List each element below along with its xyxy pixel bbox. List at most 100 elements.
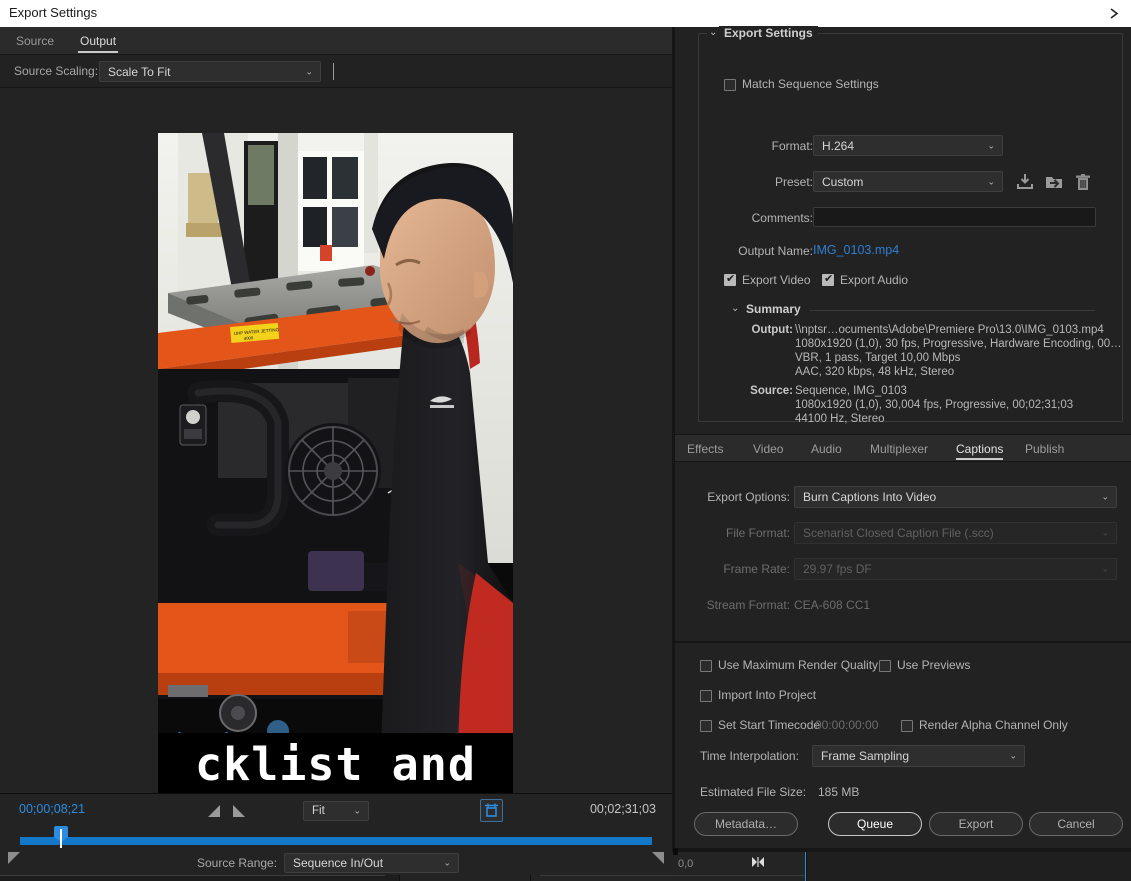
file-format-value: Scenarist Closed Caption File (.scc) [803, 526, 994, 540]
captions-panel: Export Options: Burn Captions Into Video… [675, 462, 1131, 641]
chevron-down-icon: ⌄ [1101, 527, 1109, 538]
format-value: H.264 [822, 138, 855, 153]
playhead-handle[interactable] [54, 826, 68, 848]
export-options-dropdown[interactable]: Burn Captions Into Video ⌄ [794, 486, 1117, 508]
tab-audio[interactable]: Audio [811, 435, 842, 462]
queue-button[interactable]: Queue [828, 812, 922, 836]
chevron-down-icon: ⌄ [353, 805, 361, 816]
estimated-file-size-label: Estimated File Size: [700, 785, 807, 799]
source-scaling-label: Source Scaling: [14, 64, 99, 78]
dialog-title: Export Settings [9, 5, 98, 20]
format-label: Format: [771, 139, 813, 153]
output-name-link[interactable]: IMG_0103.mp4 [813, 243, 899, 257]
summary-rule [810, 310, 1095, 311]
zoom-level-dropdown[interactable]: Fit ⌄ [303, 801, 369, 821]
comments-input[interactable] [813, 207, 1096, 227]
use-max-render-quality-label: Use Maximum Render Quality [718, 658, 879, 672]
start-timecode-value[interactable]: 00:00:00:00 [815, 718, 878, 732]
tab-video[interactable]: Video [753, 435, 783, 462]
text-cursor [333, 63, 334, 80]
stream-format-value: CEA-608 CC1 [794, 598, 871, 612]
out-point-marker[interactable] [652, 852, 664, 864]
settings-tabstrip: Effects Video Audio Multiplexer Captions… [675, 434, 1131, 462]
export-button[interactable]: Export [929, 812, 1023, 836]
set-start-timecode-checkbox[interactable] [700, 720, 712, 732]
format-dropdown[interactable]: H.264 ⌄ [813, 135, 1003, 156]
summary-twisty-icon[interactable]: ⌄ [731, 303, 739, 314]
render-alpha-channel-only-checkbox[interactable] [901, 720, 913, 732]
background-panel-underline [540, 875, 805, 876]
chevron-down-icon: ⌄ [1101, 563, 1109, 574]
current-timecode[interactable]: 00;00;08;21 [19, 802, 85, 816]
chevron-down-icon: ⌄ [443, 857, 451, 868]
export-audio-checkbox[interactable] [822, 273, 834, 286]
chevron-down-icon[interactable]: ⌄ [707, 27, 720, 38]
zoom-level-value: Fit [312, 805, 325, 817]
delete-preset-icon[interactable] [1073, 172, 1093, 192]
match-sequence-settings-label: Match Sequence Settings [742, 77, 879, 91]
chevron-down-icon: ⌄ [1101, 491, 1109, 502]
time-interpolation-value: Frame Sampling [821, 749, 910, 763]
frame-rate-value: 29.97 fps DF [803, 562, 872, 576]
output-name-label: Output Name: [738, 244, 813, 258]
burned-in-caption-text: cklist and [195, 737, 476, 791]
preset-value: Custom [822, 174, 864, 189]
preview-tabstrip: Source Output [0, 27, 672, 55]
export-audio-label: Export Audio [840, 273, 909, 287]
import-into-project-checkbox[interactable] [700, 690, 712, 702]
source-scaling-dropdown[interactable]: Scale To Fit ⌄ [99, 61, 321, 82]
tab-output[interactable]: Output [68, 27, 128, 55]
export-settings-group-title: Export Settings [719, 26, 818, 40]
chevron-down-icon: ⌄ [305, 66, 313, 76]
tab-captions[interactable]: Captions [956, 435, 1004, 462]
file-format-label: File Format: [725, 526, 790, 540]
keyframe-icon[interactable] [750, 855, 766, 869]
export-options-value: Burn Captions Into Video [803, 490, 937, 504]
stream-format-label: Stream Format: [706, 598, 790, 612]
summary-source-line-1: 1080x1920 (1,0), 30,004 fps, Progressive… [795, 399, 1074, 411]
chevron-down-icon: ⌄ [1009, 750, 1017, 761]
export-video-checkbox[interactable] [724, 273, 736, 286]
cancel-button[interactable]: Cancel [1029, 812, 1123, 836]
save-preset-icon[interactable] [1015, 172, 1035, 192]
svg-text:4000: 4000 [244, 335, 254, 341]
background-timeline-marker [673, 848, 678, 855]
chevron-down-icon: ⌄ [987, 140, 995, 150]
summary-output-line-1: 1080x1920 (1,0), 30 fps, Progressive, Ha… [795, 338, 1122, 350]
preset-dropdown[interactable]: Custom ⌄ [813, 171, 1003, 192]
tab-source[interactable]: Source [4, 27, 66, 55]
scrubber[interactable] [10, 826, 662, 852]
duration-timecode[interactable]: 00;02;31;03 [590, 802, 656, 816]
summary-title: Summary [746, 302, 801, 316]
chevron-right-icon[interactable] [1103, 3, 1125, 24]
set-in-point-icon[interactable] [206, 803, 224, 819]
time-interpolation-label: Time Interpolation: [700, 749, 799, 763]
in-point-marker[interactable] [8, 852, 20, 864]
source-range-dropdown[interactable]: Sequence In/Out ⌄ [284, 853, 459, 873]
set-out-point-icon[interactable] [229, 803, 247, 819]
tab-publish[interactable]: Publish [1025, 435, 1064, 462]
tab-effects[interactable]: Effects [687, 435, 723, 462]
comments-label: Comments: [751, 211, 813, 225]
scrubber-range-bar[interactable] [20, 837, 652, 845]
use-max-render-quality-checkbox[interactable] [700, 660, 712, 672]
export-video-label: Export Video [742, 273, 811, 287]
summary-source-line-0: Sequence, IMG_0103 [795, 385, 907, 397]
source-range-value: Sequence In/Out [293, 856, 384, 870]
match-sequence-settings-checkbox[interactable] [724, 79, 736, 91]
tab-multiplexer[interactable]: Multiplexer [870, 435, 928, 462]
source-range-crop-icon[interactable] [480, 799, 503, 822]
time-interpolation-dropdown[interactable]: Frame Sampling ⌄ [812, 745, 1025, 767]
metadata-button[interactable]: Metadata… [694, 812, 798, 836]
video-preview-area[interactable]: UHP WATER JETTING 4000 cklist and [0, 88, 672, 824]
export-settings-dialog: Export Settings Source Output Source Sca… [0, 0, 1131, 875]
summary-output-line-0: \\nptsr…ocuments\Adobe\Premiere Pro\13.0… [795, 324, 1104, 336]
summary-output-line-3: AAC, 320 kbps, 48 kHz, Stereo [795, 366, 955, 378]
use-previews-checkbox[interactable] [879, 660, 891, 672]
import-into-project-label: Import Into Project [718, 688, 817, 702]
preview-panel: Source Output Source Scaling: Scale To F… [0, 27, 672, 875]
source-scaling-value: Scale To Fit [108, 64, 171, 79]
video-preview-frame[interactable]: UHP WATER JETTING 4000 cklist and [158, 133, 513, 824]
import-preset-icon[interactable] [1044, 172, 1064, 192]
chevron-down-icon: ⌄ [987, 176, 995, 186]
